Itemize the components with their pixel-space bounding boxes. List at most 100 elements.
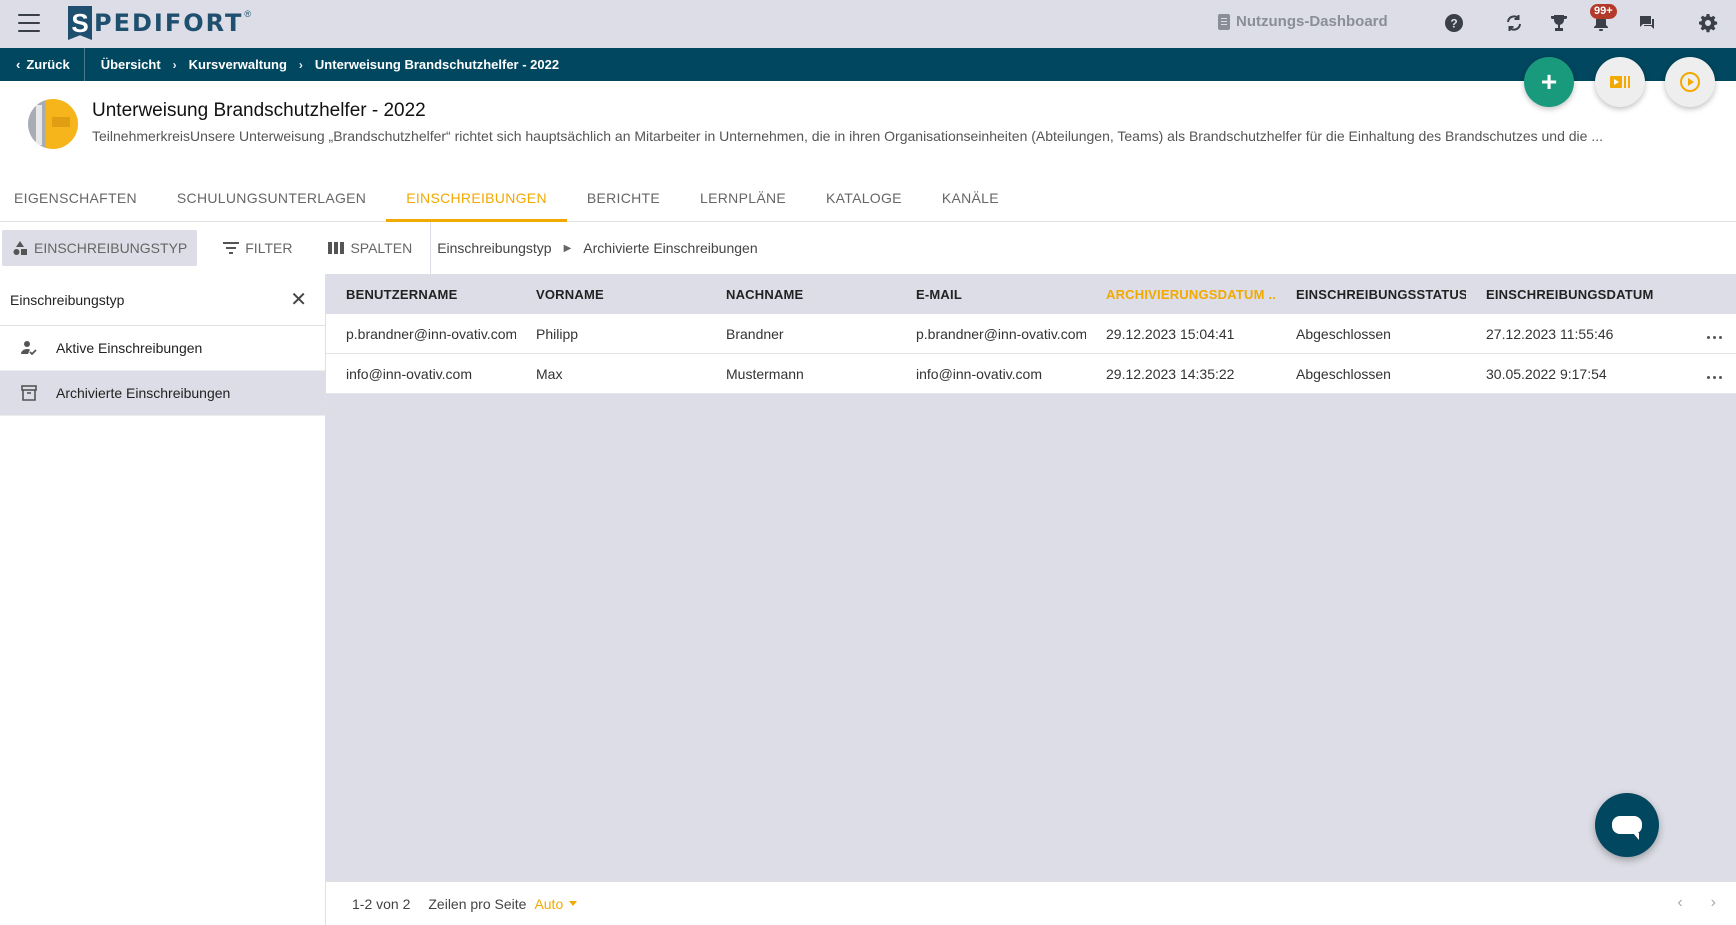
play-fab-button[interactable] bbox=[1665, 57, 1715, 107]
column-header-lastname[interactable]: NACHNAME bbox=[706, 287, 896, 302]
cell-enrollment-date: 30.05.2022 9:17:54 bbox=[1486, 365, 1607, 382]
columns-icon bbox=[328, 242, 345, 254]
enrollments-toolbar: EINSCHREIBUNGSTYP FILTER SPALTEN Einschr… bbox=[0, 222, 1736, 274]
panel-title: Einschreibungstyp bbox=[10, 291, 125, 308]
table-footer: 1-2 von 2 Zeilen pro Seite Auto ‹ › bbox=[326, 881, 1736, 925]
panel-header: Einschreibungstyp ✕ bbox=[0, 274, 325, 326]
rows-per-page-value: Auto bbox=[534, 895, 564, 912]
rows-per-page-select[interactable]: Auto bbox=[534, 895, 578, 912]
breadcrumb-bar: ‹ Zurück Übersicht › Kursverwaltung › Un… bbox=[0, 48, 1736, 81]
enrollment-type-label: EINSCHREIBUNGSTYP bbox=[34, 240, 188, 256]
tab-catalogs[interactable]: KATALOGE bbox=[806, 176, 922, 222]
filter-breadcrumb-root[interactable]: Einschreibungstyp bbox=[437, 240, 551, 256]
chat-bubble-icon bbox=[1612, 816, 1642, 840]
rows-per-page-label: Zeilen pro Seite bbox=[428, 895, 527, 912]
column-header-enrollment-status[interactable]: EINSCHREIBUNGSSTATUS bbox=[1276, 287, 1466, 302]
breadcrumb-current-course[interactable]: Unterweisung Brandschutzhelfer - 2022 bbox=[315, 57, 559, 72]
cell-archive-date: 29.12.2023 15:04:41 bbox=[1106, 325, 1235, 342]
filter-button[interactable]: FILTER bbox=[213, 230, 302, 266]
tab-properties[interactable]: EIGENSCHAFTEN bbox=[0, 176, 157, 222]
notification-badge: 99+ bbox=[1590, 4, 1617, 19]
columns-label: SPALTEN bbox=[350, 240, 413, 256]
table-row[interactable]: p.brandner@inn-ovativ.com Philipp Brandn… bbox=[326, 314, 1736, 354]
more-actions-icon[interactable] bbox=[1707, 375, 1722, 379]
clipboard-icon bbox=[1218, 13, 1230, 30]
chevron-right-icon: › bbox=[172, 57, 177, 72]
course-description: TeilnehmerkreisUnsere Unterweisung „Bran… bbox=[92, 128, 1603, 144]
archive-icon bbox=[21, 385, 37, 401]
column-header-username[interactable]: BENUTZERNAME bbox=[326, 287, 516, 302]
more-actions-icon[interactable] bbox=[1707, 335, 1722, 339]
person-check-icon bbox=[21, 341, 37, 356]
usage-dashboard-link[interactable]: Nutzungs-Dashboard bbox=[1218, 13, 1388, 30]
columns-button[interactable]: SPALTEN bbox=[318, 230, 422, 266]
previous-page-icon[interactable]: ‹ bbox=[1677, 894, 1682, 912]
enrollment-type-button[interactable]: EINSCHREIBUNGSTYP bbox=[2, 230, 198, 266]
panel-item-label: Aktive Einschreibungen bbox=[56, 340, 203, 356]
column-header-archive-date[interactable]: ARCHIVIERUNGSDATUM ... bbox=[1086, 287, 1276, 302]
breadcrumb-overview[interactable]: Übersicht bbox=[101, 57, 161, 72]
cell-email: info@inn-ovativ.com bbox=[916, 365, 1042, 382]
column-header-firstname[interactable]: VORNAME bbox=[516, 287, 706, 302]
table-header: BENUTZERNAME VORNAME NACHNAME E-MAIL ARC… bbox=[326, 274, 1736, 314]
chat-icon[interactable] bbox=[1636, 12, 1658, 34]
filter-icon bbox=[223, 242, 240, 254]
cell-email: p.brandner@inn-ovativ.com bbox=[916, 325, 1086, 342]
spedifort-logo[interactable]: S PEDIFORT ® bbox=[68, 5, 251, 41]
pager: ‹ › bbox=[1677, 894, 1716, 912]
media-fab-button[interactable] bbox=[1595, 57, 1645, 107]
tab-enrollments[interactable]: EINSCHREIBUNGEN bbox=[386, 176, 567, 222]
cell-enrollment-date: 27.12.2023 11:55:46 bbox=[1486, 325, 1614, 342]
filter-breadcrumb: Einschreibungstyp ▶ Archivierte Einschre… bbox=[431, 240, 757, 256]
cell-enrollment-status: Abgeschlossen bbox=[1296, 325, 1391, 342]
add-fab-button[interactable]: + bbox=[1524, 57, 1574, 107]
enrollment-type-panel: Einschreibungstyp ✕ Aktive Einschreibung… bbox=[0, 274, 326, 925]
filter-breadcrumb-current: Archivierte Einschreibungen bbox=[583, 240, 758, 256]
filter-label: FILTER bbox=[245, 240, 293, 256]
close-icon[interactable]: ✕ bbox=[290, 290, 307, 310]
cell-enrollment-status: Abgeschlossen bbox=[1296, 365, 1391, 382]
plus-icon: + bbox=[1540, 66, 1558, 97]
next-page-icon[interactable]: › bbox=[1711, 894, 1716, 912]
caret-right-icon: ▶ bbox=[563, 242, 572, 254]
pagination-range: 1-2 von 2 bbox=[352, 895, 411, 912]
breadcrumb-course-management[interactable]: Kursverwaltung bbox=[189, 57, 287, 72]
menu-icon[interactable] bbox=[18, 14, 40, 32]
course-thumbnail bbox=[28, 99, 78, 149]
cell-username: info@inn-ovativ.com bbox=[346, 365, 472, 382]
caret-down-icon bbox=[569, 901, 578, 906]
back-label: Zurück bbox=[26, 57, 70, 72]
shapes-icon bbox=[13, 241, 27, 255]
back-button[interactable]: ‹ Zurück bbox=[0, 48, 85, 81]
panel-item-archived-enrollments[interactable]: Archivierte Einschreibungen bbox=[0, 371, 325, 416]
support-chat-button[interactable] bbox=[1595, 793, 1659, 857]
play-circle-icon bbox=[1680, 72, 1700, 92]
video-library-icon bbox=[1610, 76, 1630, 88]
cell-lastname: Mustermann bbox=[726, 365, 804, 382]
cell-username: p.brandner@inn-ovativ.com bbox=[346, 325, 516, 342]
help-icon[interactable]: ? bbox=[1443, 12, 1465, 34]
tab-training-materials[interactable]: SCHULUNGSUNTERLAGEN bbox=[157, 176, 386, 222]
table-row[interactable]: info@inn-ovativ.com Max Mustermann info@… bbox=[326, 354, 1736, 394]
usage-dashboard-label: Nutzungs-Dashboard bbox=[1236, 13, 1388, 30]
breadcrumb: Übersicht › Kursverwaltung › Unterweisun… bbox=[85, 57, 559, 72]
top-bar: S PEDIFORT ® Nutzungs-Dashboard ? 99+ bbox=[0, 0, 1736, 48]
chevron-left-icon: ‹ bbox=[16, 57, 21, 72]
enrollments-table: BENUTZERNAME VORNAME NACHNAME E-MAIL ARC… bbox=[326, 274, 1736, 881]
sync-icon[interactable] bbox=[1503, 12, 1525, 34]
cell-firstname: Max bbox=[536, 365, 563, 382]
chevron-right-icon: › bbox=[298, 57, 303, 72]
tab-learning-plans[interactable]: LERNPLÄNE bbox=[680, 176, 806, 222]
tab-bar: EIGENSCHAFTEN SCHULUNGSUNTERLAGEN EINSCH… bbox=[0, 176, 1736, 222]
svg-text:?: ? bbox=[1450, 17, 1457, 31]
cell-firstname: Philipp bbox=[536, 325, 579, 342]
panel-item-active-enrollments[interactable]: Aktive Einschreibungen bbox=[0, 326, 325, 371]
tab-reports[interactable]: BERICHTE bbox=[567, 176, 680, 222]
cell-lastname: Brandner bbox=[726, 325, 784, 342]
settings-gear-icon[interactable] bbox=[1697, 12, 1719, 34]
cell-archive-date: 29.12.2023 14:35:22 bbox=[1106, 365, 1235, 382]
trophy-icon[interactable] bbox=[1548, 12, 1570, 34]
column-header-email[interactable]: E-MAIL bbox=[896, 287, 1086, 302]
column-header-enrollment-date[interactable]: EINSCHREIBUNGSDATUM bbox=[1466, 287, 1656, 302]
tab-channels[interactable]: KANÄLE bbox=[922, 176, 1019, 222]
